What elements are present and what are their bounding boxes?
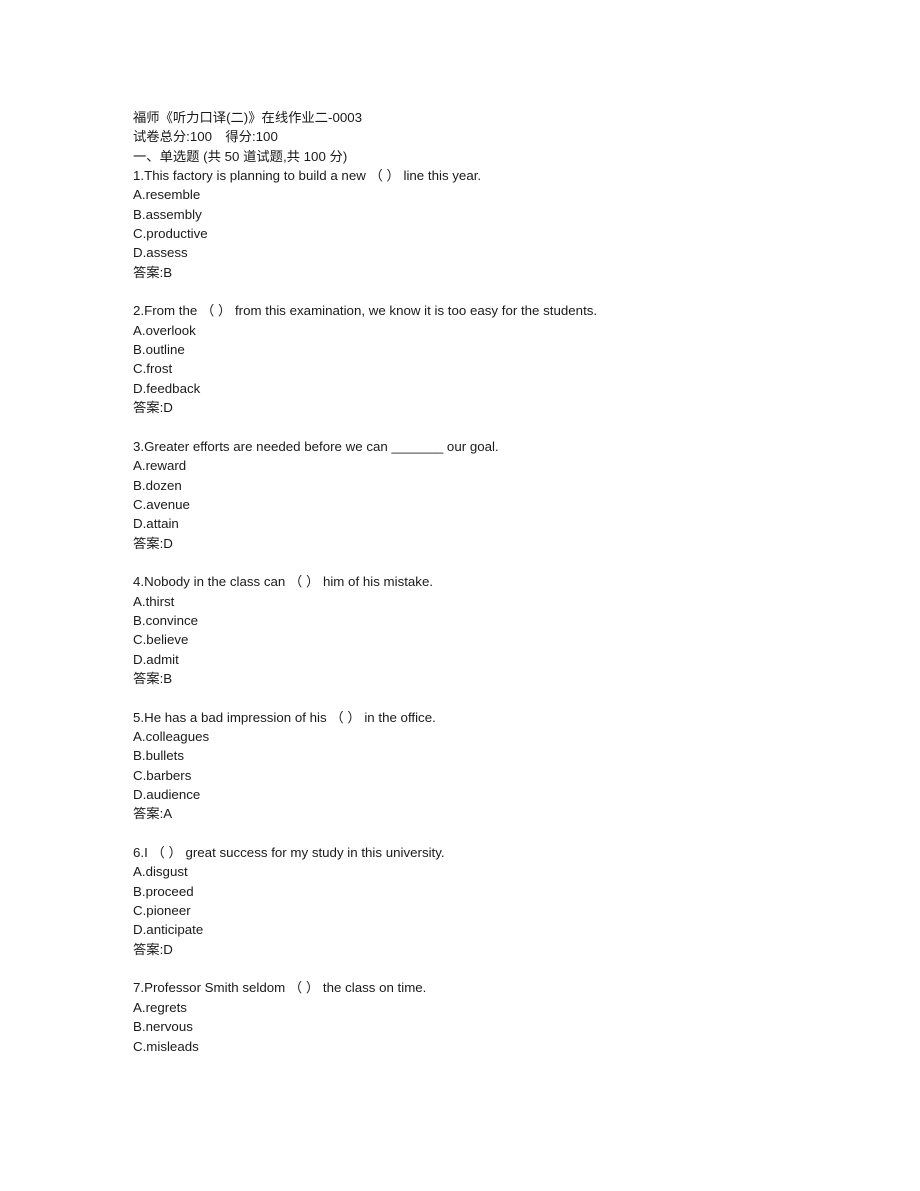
question-option: C.barbers: [133, 767, 192, 783]
question-answer: 答案:A: [133, 806, 173, 822]
question-stem: 6.I （ ） great success for my study in th…: [133, 845, 445, 861]
question-stem: 5.He has a bad impression of his （ ） in …: [133, 709, 436, 725]
question-answer: 答案:B: [133, 670, 173, 686]
question-option: C.frost: [133, 361, 173, 377]
question-option: A.regrets: [133, 999, 187, 1015]
question-option: A.reward: [133, 458, 187, 474]
question-option: A.resemble: [133, 187, 201, 203]
document-title: 福师《听力口译(二)》在线作业二-0003: [133, 110, 363, 125]
document-text-body: 福师《听力口译(二)》在线作业二-0003 试卷总分:100 得分:100 一、…: [133, 108, 833, 1056]
question-option: B.nervous: [133, 1019, 193, 1035]
question-option: D.anticipate: [133, 922, 204, 938]
document-page: 福师《听力口译(二)》在线作业二-0003 试卷总分:100 得分:100 一、…: [0, 0, 920, 1191]
question-stem: 2.From the （ ） from this examination, we…: [133, 303, 598, 319]
question-block-2: 2.From the （ ） from this examination, we…: [133, 301, 833, 417]
question-option: B.assembly: [133, 206, 202, 222]
question-answer: 答案:B: [133, 264, 173, 280]
question-option: D.assess: [133, 245, 188, 261]
question-answer: 答案:D: [133, 535, 173, 551]
question-option: B.dozen: [133, 477, 182, 493]
question-option: A.overlook: [133, 322, 196, 338]
section-heading: 一、单选题 (共 50 道试题,共 100 分): [133, 148, 348, 164]
question-option: A.disgust: [133, 864, 188, 880]
question-option: D.audience: [133, 787, 201, 803]
question-option: A.thirst: [133, 593, 175, 609]
question-option: A.colleagues: [133, 729, 210, 744]
question-option: C.pioneer: [133, 903, 191, 919]
question-option: D.attain: [133, 516, 179, 532]
score-line: 试卷总分:100 得分:100: [133, 129, 278, 145]
question-block-3: 3.Greater efforts are needed before we c…: [133, 437, 833, 553]
question-option: C.productive: [133, 226, 208, 242]
question-option: B.outline: [133, 342, 185, 358]
question-block-6: 6.I （ ） great success for my study in th…: [133, 843, 833, 959]
question-answer: 答案:D: [133, 941, 173, 957]
question-option: B.bullets: [133, 748, 184, 764]
question-stem: 4.Nobody in the class can （ ） him of his…: [133, 574, 434, 590]
question-block-5: 5.He has a bad impression of his （ ） in …: [133, 708, 833, 824]
question-option: C.misleads: [133, 1038, 199, 1054]
question-answer: 答案:D: [133, 400, 173, 416]
question-option: C.avenue: [133, 496, 190, 512]
question-stem: 3.Greater efforts are needed before we c…: [133, 438, 499, 454]
question-option: B.proceed: [133, 883, 194, 899]
question-option: C.believe: [133, 632, 189, 648]
question-option: D.admit: [133, 651, 179, 667]
question-block-1: 1.This factory is planning to build a ne…: [133, 166, 833, 282]
question-stem: 7.Professor Smith seldom （ ） the class o…: [133, 980, 427, 996]
question-block-7: 7.Professor Smith seldom （ ） the class o…: [133, 978, 833, 1055]
question-stem: 1.This factory is planning to build a ne…: [133, 168, 482, 184]
question-option: D.feedback: [133, 380, 201, 396]
question-option: B.convince: [133, 612, 199, 628]
question-block-4: 4.Nobody in the class can （ ） him of his…: [133, 572, 833, 688]
